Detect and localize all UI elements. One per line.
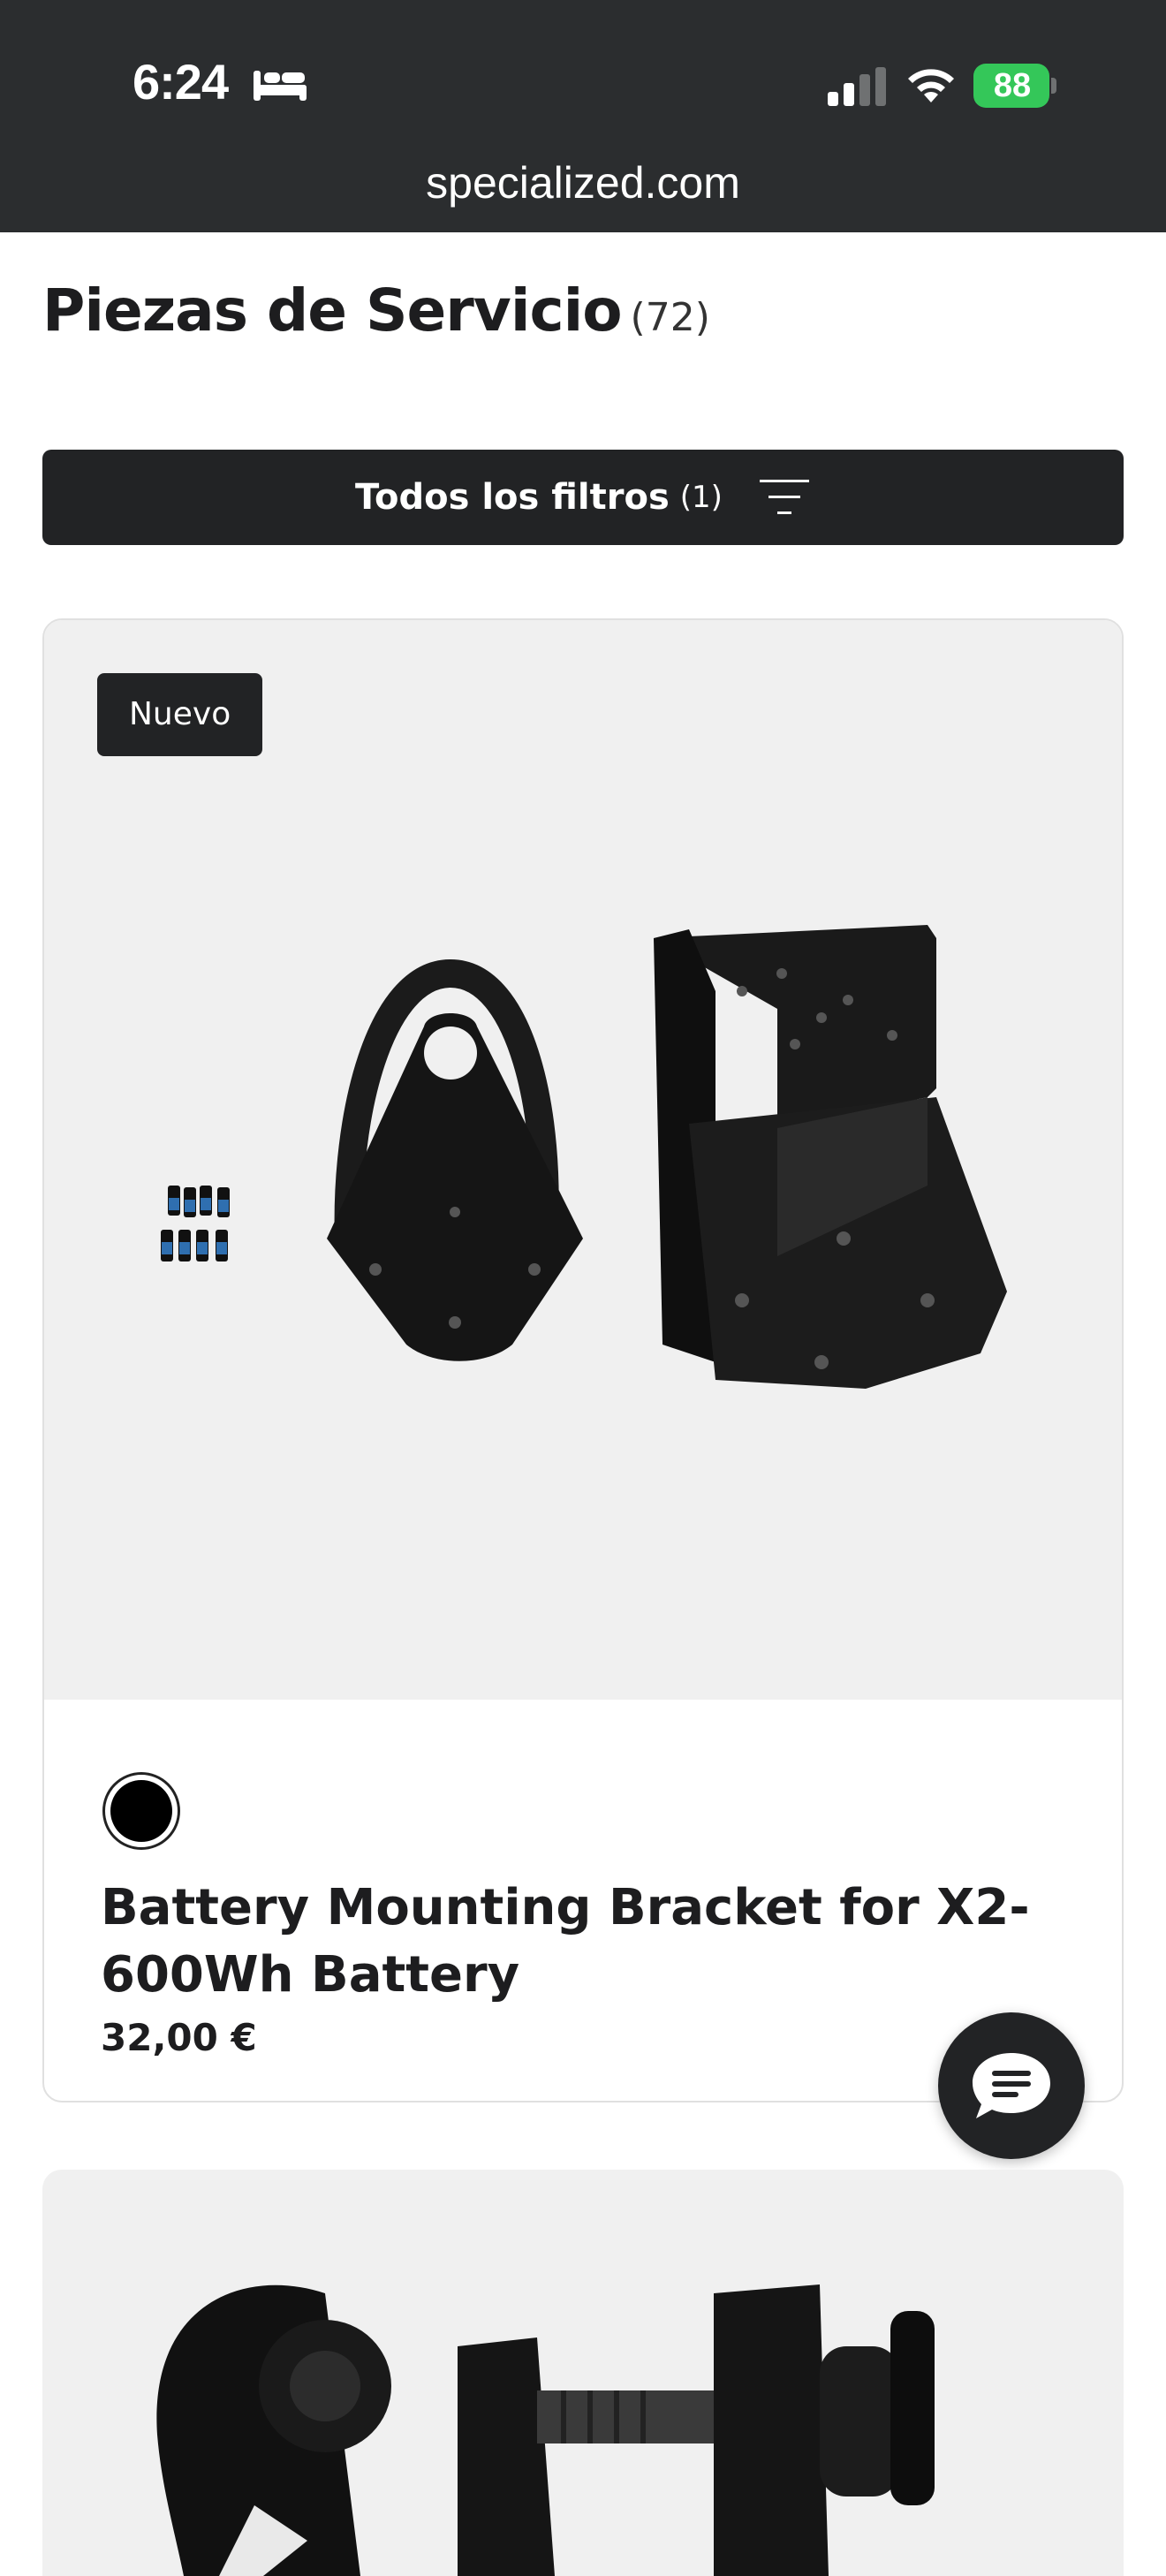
filters-label: Todos los filtros — [355, 477, 670, 518]
all-filters-button[interactable]: Todos los filtros (1) — [42, 450, 1124, 545]
chat-icon — [973, 2053, 1050, 2118]
battery-level: 88 — [993, 67, 1032, 104]
url-bar[interactable]: specialized.com — [0, 157, 1166, 208]
divider — [0, 591, 1166, 617]
product-card[interactable] — [42, 2170, 1124, 2576]
product-photo — [156, 2284, 935, 2576]
result-count: (72) — [630, 295, 710, 340]
battery-icon: 88 — [973, 64, 1056, 108]
chat-button[interactable] — [938, 2012, 1085, 2159]
page-title: Piezas de Servicio (72) — [42, 277, 710, 345]
wifi-icon — [908, 69, 954, 102]
product-image[interactable]: Nuevo — [44, 620, 1122, 1700]
signal-icon — [828, 67, 886, 106]
product-price: 32,00 € — [101, 2016, 257, 2059]
filter-icon — [759, 480, 809, 514]
product-name[interactable]: Battery Mounting Bracket for X2-600Wh Ba… — [101, 1875, 1090, 2009]
status-time: 6:24 — [132, 54, 229, 110]
color-swatch-black[interactable] — [102, 1772, 180, 1850]
listing-header: Piezas de Servicio (72) Todos los filtros… — [0, 232, 1166, 591]
bed-icon — [254, 71, 307, 101]
product-card[interactable]: Nuevo Battery Mounting Bracket for X2-60… — [42, 618, 1124, 2102]
browser-top-bar: 6:24 88 specialized.com — [0, 0, 1166, 232]
filters-count: (1) — [679, 480, 723, 515]
page-title-text: Piezas de Servicio — [42, 277, 623, 345]
product-photo — [161, 925, 1007, 1389]
new-badge: Nuevo — [97, 673, 263, 756]
